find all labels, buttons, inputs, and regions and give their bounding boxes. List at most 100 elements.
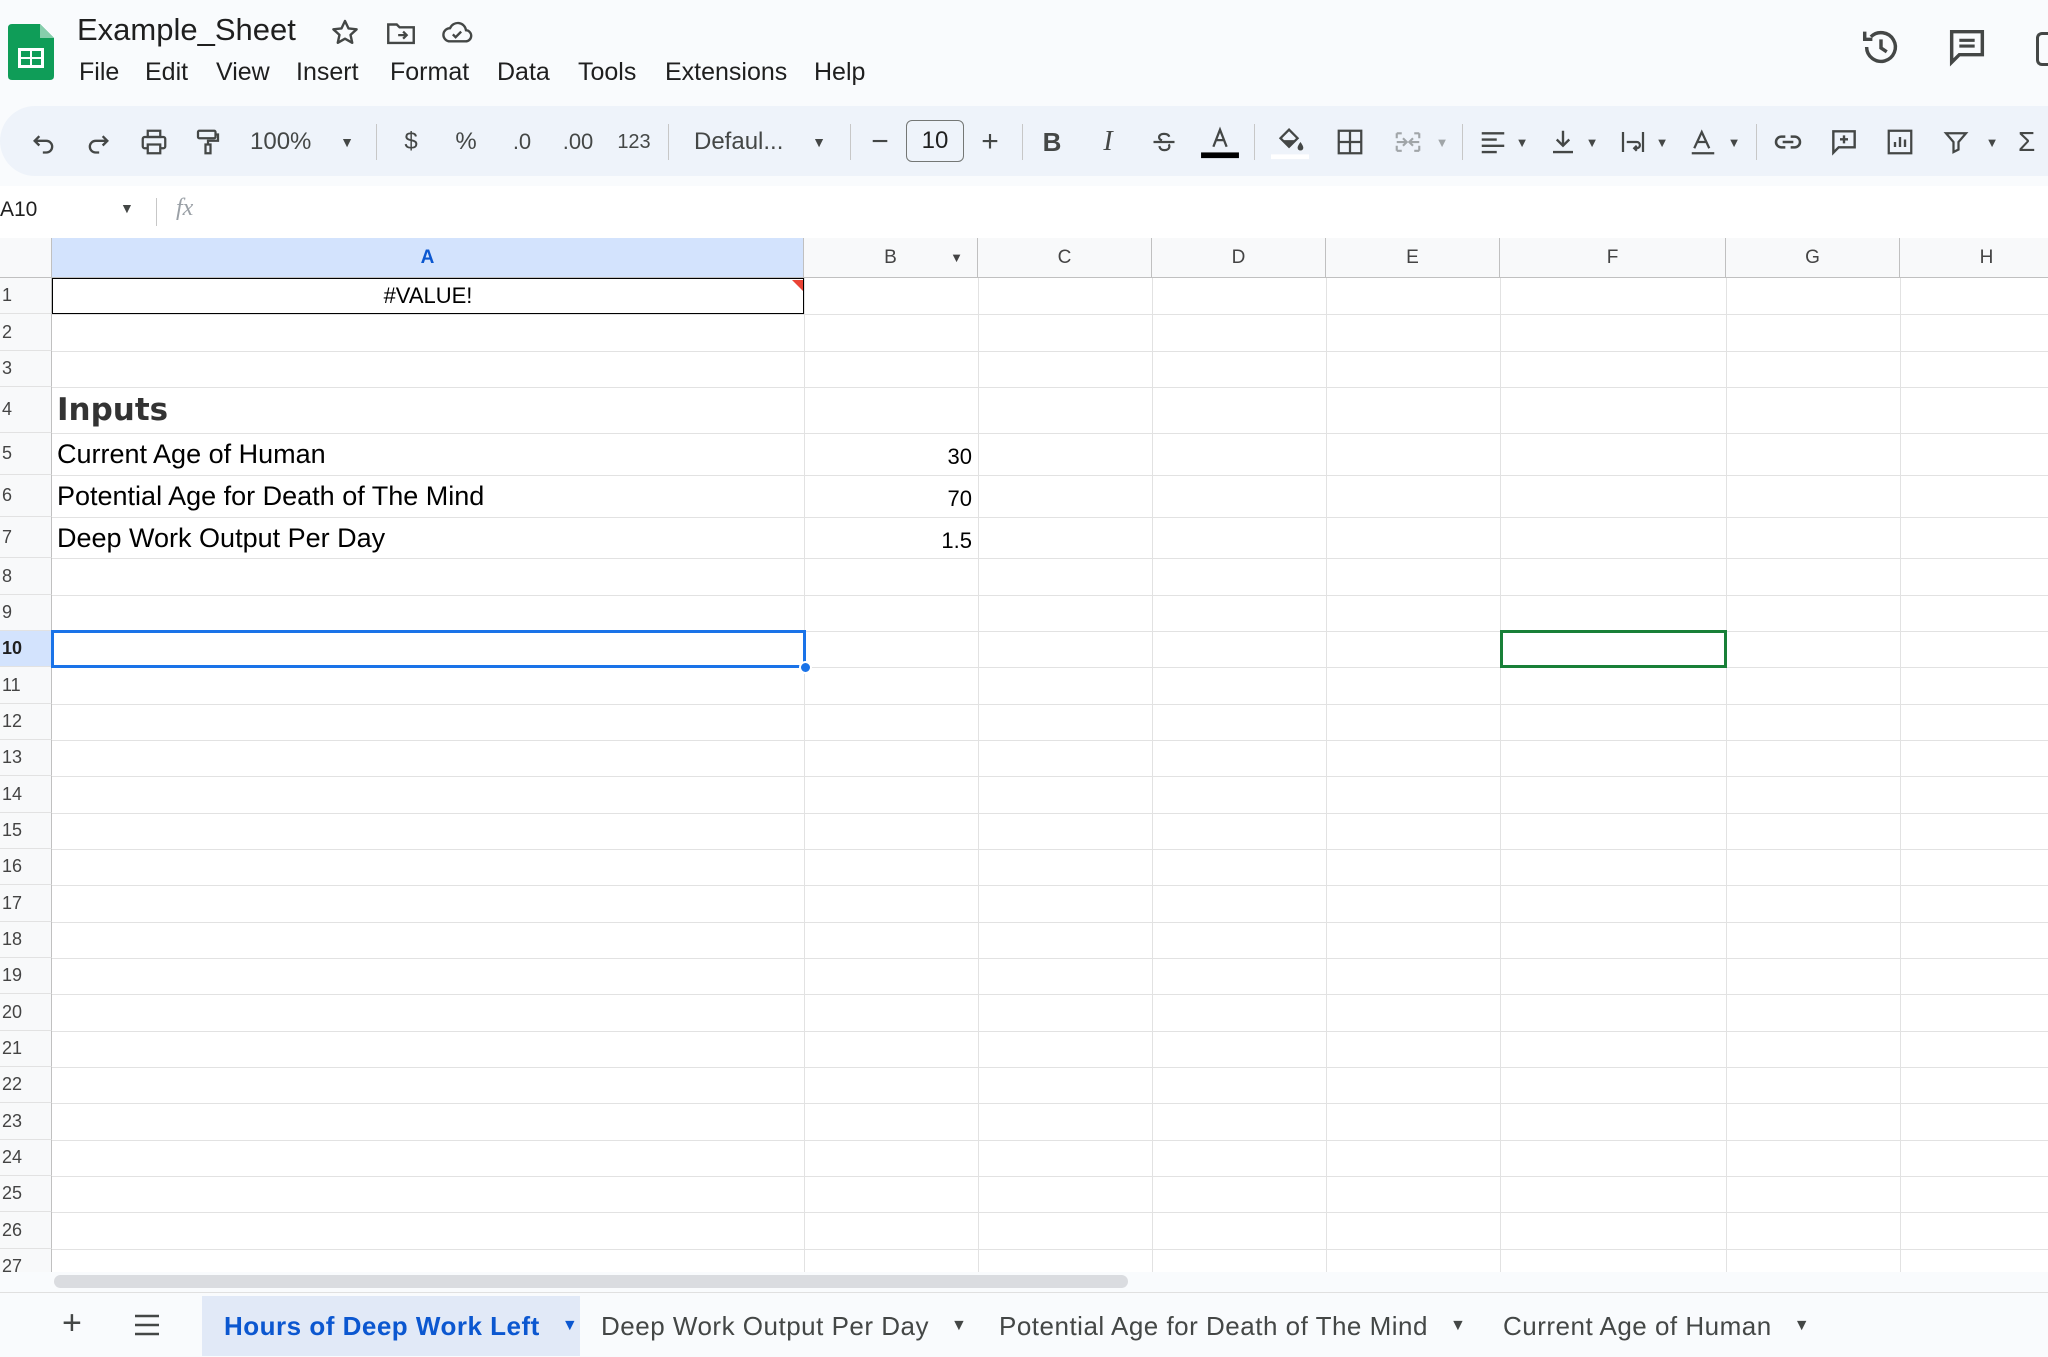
sheet-tab-chevron-down-icon[interactable]: ▼ <box>1450 1317 1466 1335</box>
cell-a6[interactable]: Potential Age for Death of The Mind <box>57 481 484 512</box>
column-header-b[interactable]: B ▼ <box>804 238 978 278</box>
all-sheets-menu-icon[interactable] <box>132 1312 162 1343</box>
fill-color-icon[interactable] <box>1270 124 1310 160</box>
row-header[interactable]: 4 <box>0 387 52 433</box>
add-sheet-button[interactable]: + <box>62 1304 82 1343</box>
increase-font-size-button[interactable]: + <box>976 124 1004 160</box>
percent-format-button[interactable]: % <box>452 124 480 160</box>
sheet-tab-chevron-down-icon[interactable]: ▼ <box>562 1317 578 1335</box>
menu-help[interactable]: Help <box>814 58 865 87</box>
sheet-tab-potential-age-for-death-of-the-mind[interactable]: Potential Age for Death of The Mind ▼ <box>999 1296 1466 1356</box>
row-header[interactable]: 22 <box>0 1067 52 1103</box>
column-header-d[interactable]: D <box>1152 238 1326 278</box>
menu-data[interactable]: Data <box>497 58 550 87</box>
cell-b7[interactable]: 1.5 <box>930 528 972 554</box>
italic-button[interactable]: I <box>1094 124 1122 160</box>
print-icon[interactable] <box>136 124 172 160</box>
functions-icon[interactable]: Σ <box>2018 124 2048 160</box>
decrease-decimal-button[interactable]: .0 <box>504 124 540 160</box>
row-header[interactable]: 8 <box>0 558 52 595</box>
paint-format-icon[interactable] <box>190 124 226 160</box>
text-color-icon[interactable] <box>1198 124 1242 160</box>
row-header[interactable]: 14 <box>0 776 52 813</box>
menu-extensions[interactable]: Extensions <box>665 58 787 87</box>
move-folder-icon[interactable] <box>384 16 418 50</box>
undo-icon[interactable] <box>26 124 62 160</box>
text-rotation-icon[interactable] <box>1686 124 1720 160</box>
cell-a5[interactable]: Current Age of Human <box>57 439 326 470</box>
borders-icon[interactable] <box>1332 124 1368 160</box>
cell-a7[interactable]: Deep Work Output Per Day <box>57 523 385 554</box>
sheet-tab-hours-of-deep-work-left[interactable]: Hours of Deep Work Left ▼ <box>224 1296 578 1356</box>
column-header-c[interactable]: C <box>978 238 1152 278</box>
row-header[interactable]: 7 <box>0 517 52 558</box>
redo-icon[interactable] <box>80 124 116 160</box>
row-header[interactable]: 5 <box>0 433 52 475</box>
column-header-h[interactable]: H <box>1900 238 2048 278</box>
sheet-tab-deep-work-output-per-day[interactable]: Deep Work Output Per Day ▼ <box>601 1296 967 1356</box>
name-box[interactable]: A10 <box>0 198 37 222</box>
menu-edit[interactable]: Edit <box>145 58 188 87</box>
sheets-logo-icon[interactable] <box>8 24 54 80</box>
row-header[interactable]: 18 <box>0 922 52 958</box>
cell-b6[interactable]: 70 <box>940 486 972 512</box>
insert-link-icon[interactable] <box>1770 124 1806 160</box>
bold-button[interactable]: B <box>1038 124 1066 160</box>
horizontal-align-icon[interactable] <box>1476 124 1510 160</box>
row-header[interactable]: 12 <box>0 704 52 740</box>
menu-file[interactable]: File <box>79 58 119 87</box>
decrease-font-size-button[interactable]: − <box>866 124 894 160</box>
document-title[interactable]: Example_Sheet <box>77 12 296 48</box>
horizontal-scrollbar-thumb[interactable] <box>54 1275 1128 1288</box>
wrap-chevron-down-icon[interactable]: ▼ <box>1652 124 1672 160</box>
font-select[interactable]: Defaul... <box>694 124 794 160</box>
row-header[interactable]: 20 <box>0 994 52 1031</box>
cell-a4[interactable]: Inputs <box>57 392 168 428</box>
font-size-input[interactable]: 10 <box>906 120 964 162</box>
cell-a1[interactable]: #VALUE! <box>52 278 804 314</box>
name-box-chevron-down-icon[interactable]: ▼ <box>120 200 134 216</box>
row-header[interactable]: 3 <box>0 351 52 387</box>
row-header[interactable]: 1 <box>0 278 52 314</box>
meet-icon[interactable] <box>2036 32 2048 66</box>
insert-chart-icon[interactable] <box>1882 124 1918 160</box>
sheet-tab-chevron-down-icon[interactable]: ▼ <box>1794 1317 1810 1335</box>
merge-cells-icon[interactable] <box>1388 124 1428 160</box>
star-icon[interactable] <box>328 16 362 50</box>
cloud-saved-icon[interactable] <box>439 16 473 50</box>
fill-handle[interactable] <box>799 661 812 674</box>
filter-chevron-down-icon[interactable]: ▼ <box>1982 124 2002 160</box>
menu-view[interactable]: View <box>216 58 270 87</box>
menu-format[interactable]: Format <box>390 58 469 87</box>
formula-input[interactable] <box>220 194 2020 230</box>
column-header-a[interactable]: A <box>52 238 804 278</box>
increase-decimal-button[interactable]: .00 <box>558 124 598 160</box>
column-header-f[interactable]: F <box>1500 238 1726 278</box>
active-cell-a10[interactable] <box>51 630 806 668</box>
valign-chevron-down-icon[interactable]: ▼ <box>1582 124 1602 160</box>
row-header[interactable]: 9 <box>0 595 52 631</box>
align-chevron-down-icon[interactable]: ▼ <box>1512 124 1532 160</box>
error-indicator-icon[interactable] <box>792 280 803 291</box>
row-header[interactable]: 21 <box>0 1031 52 1067</box>
filter-icon[interactable] <box>1938 124 1974 160</box>
column-b-filter-chevron-icon[interactable]: ▼ <box>950 250 963 265</box>
version-history-icon[interactable] <box>1858 24 1904 70</box>
row-header[interactable]: 24 <box>0 1140 52 1176</box>
row-header[interactable]: 25 <box>0 1176 52 1212</box>
menu-tools[interactable]: Tools <box>578 58 636 87</box>
row-header[interactable]: 6 <box>0 475 52 517</box>
column-header-e[interactable]: E <box>1326 238 1500 278</box>
row-header-selected[interactable]: 10 <box>0 631 52 667</box>
row-header[interactable]: 13 <box>0 740 52 776</box>
zoom-chevron-down-icon[interactable]: ▼ <box>336 124 358 160</box>
row-header[interactable]: 27 <box>0 1249 52 1272</box>
row-header[interactable]: 23 <box>0 1103 52 1140</box>
comments-icon[interactable] <box>1944 24 1990 70</box>
row-header[interactable]: 19 <box>0 958 52 994</box>
cell-b5[interactable]: 30 <box>940 444 972 470</box>
text-wrapping-icon[interactable] <box>1616 124 1650 160</box>
rotation-chevron-down-icon[interactable]: ▼ <box>1724 124 1744 160</box>
row-header[interactable]: 15 <box>0 813 52 849</box>
column-header-g[interactable]: G <box>1726 238 1900 278</box>
